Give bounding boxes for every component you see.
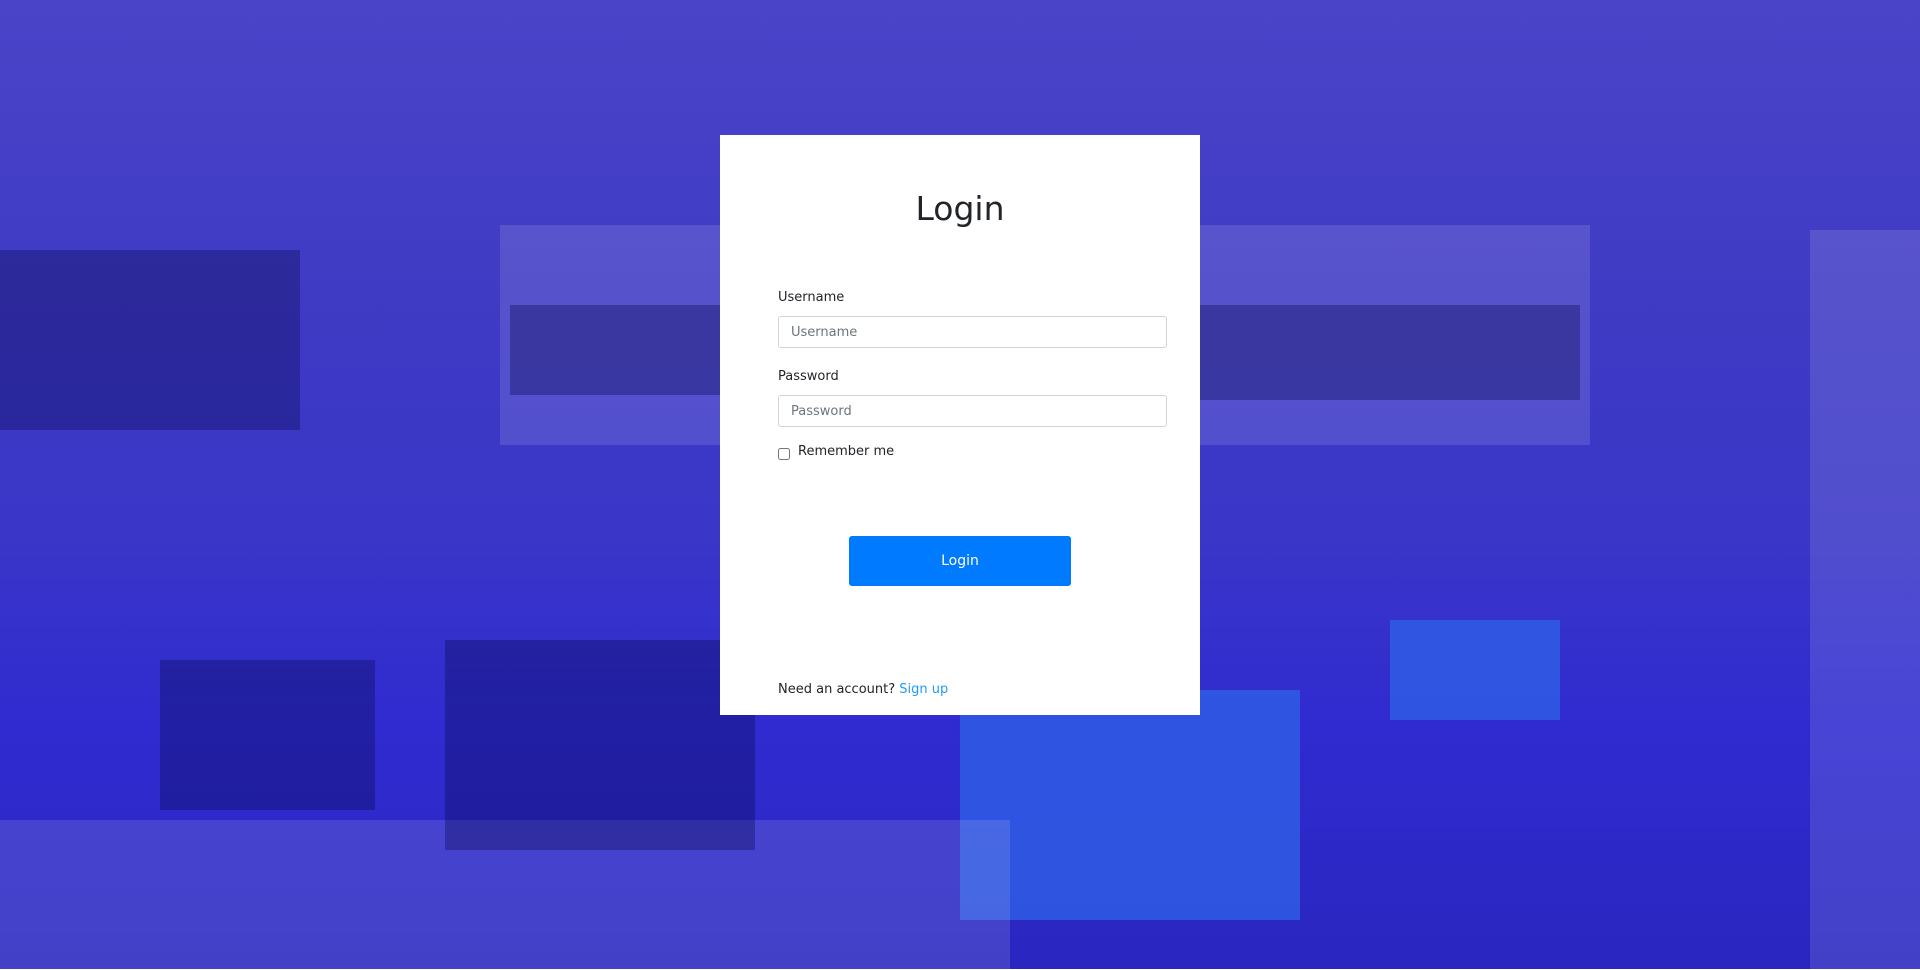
- bg-pillar: [1810, 230, 1920, 969]
- username-label: Username: [778, 290, 844, 305]
- bg-shelf: [0, 250, 300, 430]
- login-card: Login Username Password Remember me Logi…: [720, 135, 1200, 715]
- bg-laptop: [160, 660, 375, 810]
- bg-tiles: [510, 305, 720, 395]
- signup-link[interactable]: Sign up: [899, 682, 948, 697]
- login-button[interactable]: Login: [849, 536, 1071, 586]
- signup-prompt-text: Need an account?: [778, 682, 895, 697]
- password-input[interactable]: [778, 395, 1167, 427]
- page-title: Login: [720, 189, 1200, 228]
- bg-tiles: [1200, 305, 1580, 400]
- signup-prompt: Need an account? Sign up: [778, 682, 948, 697]
- remember-me-checkbox[interactable]: [778, 448, 790, 460]
- password-label: Password: [778, 369, 839, 384]
- bg-windows-screen: [960, 690, 1300, 920]
- bg-laptop: [445, 640, 755, 850]
- remember-me-label[interactable]: Remember me: [798, 444, 894, 459]
- username-input[interactable]: [778, 316, 1167, 348]
- bg-windows-screen: [1390, 620, 1560, 720]
